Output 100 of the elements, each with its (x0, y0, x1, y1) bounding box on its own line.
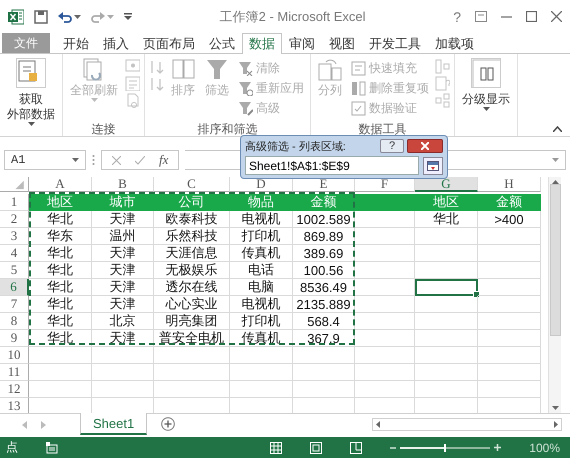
table-cell: 普安全电机 (154, 330, 230, 347)
row-header[interactable]: 3 (0, 228, 29, 245)
fill-handle[interactable] (473, 291, 480, 298)
table-cell: 8536.49 (293, 279, 355, 296)
maximize-icon[interactable] (526, 11, 537, 22)
ribbon-tab[interactable]: 数据 (242, 33, 282, 54)
empty-cell (29, 364, 92, 381)
empty-cell (230, 364, 293, 381)
table-cell: 367.9 (293, 330, 355, 347)
table-cell: 568.4 (293, 313, 355, 330)
grip-icon (92, 154, 95, 166)
ribbon-tab[interactable]: 开发工具 (362, 33, 428, 53)
spreadsheet-logo-icon[interactable] (8, 8, 24, 24)
collapse-ribbon-icon[interactable] (553, 126, 562, 132)
help-button[interactable]: ? (453, 8, 461, 24)
close-button[interactable] (407, 139, 443, 153)
table-cell: 华北 (29, 296, 92, 313)
ribbon-tab[interactable]: 页面布局 (136, 33, 202, 53)
outline-icon (471, 58, 501, 88)
empty-cell (355, 262, 415, 279)
page-layout-icon[interactable] (310, 442, 322, 454)
empty-cell (415, 262, 478, 279)
ribbon-button[interactable]: 分级显示 (459, 57, 513, 112)
empty-cell (478, 262, 541, 279)
ribbon-tab[interactable]: 加载项 (428, 33, 481, 53)
zoom-in-icon[interactable] (494, 444, 502, 451)
active-cell[interactable] (415, 279, 478, 296)
table-cell: 华北 (29, 245, 92, 262)
table-cell: 地区 (29, 194, 92, 211)
table-cell: 天津 (92, 296, 154, 313)
table-cell: 北京 (92, 313, 154, 330)
scroll-left-icon[interactable] (376, 421, 380, 428)
slider-thumb[interactable] (444, 444, 446, 452)
range-input[interactable]: Sheet1!$A$1:$E$9 (245, 156, 419, 175)
empty-cell (355, 245, 415, 262)
table-cell: 2135.889 (293, 296, 355, 313)
row-header[interactable]: 4 (0, 245, 29, 262)
table-cell: 心心实业 (154, 296, 230, 313)
insert-function-button[interactable]: fx (159, 152, 168, 168)
column-header[interactable]: C (154, 177, 230, 192)
group-label: 排序和筛选 (196, 122, 258, 136)
empty-cell (415, 364, 478, 381)
ribbon-tab[interactable]: 视图 (322, 33, 362, 53)
row-header[interactable]: 6 (0, 279, 29, 296)
empty-cell (478, 313, 541, 330)
remove-duplicates-icon (351, 80, 366, 96)
ribbon-tab[interactable]: 公式 (202, 33, 242, 53)
empty-cell (478, 381, 541, 398)
vertical-scrollbar[interactable] (548, 177, 561, 413)
empty-cell (355, 364, 415, 381)
row-header[interactable]: 9 (0, 330, 29, 347)
ribbon-tab[interactable]: 插入 (96, 33, 136, 53)
table-cell: 天津 (92, 330, 154, 347)
empty-cell (355, 347, 415, 364)
empty-cell (478, 330, 541, 347)
scroll-right-icon[interactable] (554, 421, 558, 428)
expand-dialog-button[interactable] (423, 156, 443, 174)
empty-cell (415, 347, 478, 364)
empty-cell (478, 296, 541, 313)
reapply-filter-icon (238, 80, 253, 96)
name-box[interactable]: A1 (4, 150, 86, 170)
add-sheet-icon[interactable] (161, 417, 176, 431)
customize-icon[interactable] (124, 13, 132, 20)
empty-cell (478, 279, 541, 296)
row-header[interactable]: 12 (0, 381, 29, 398)
table-cell: 电话 (230, 262, 293, 279)
row-header[interactable]: 10 (0, 347, 29, 364)
row-header[interactable]: 11 (0, 364, 29, 381)
ribbon-tab[interactable]: 开始 (56, 33, 96, 53)
column-header[interactable]: A (29, 177, 92, 192)
empty-cell (355, 330, 415, 347)
table-cell: 打印机 (230, 313, 293, 330)
zoom-level[interactable]: 100% (529, 440, 560, 454)
empty-cell (29, 381, 92, 398)
empty-cell (478, 347, 541, 364)
row-header[interactable]: 2 (0, 211, 29, 228)
sheet-tab[interactable]: Sheet1 (80, 413, 148, 435)
window-title: 工作簿2 - Microsoft Excel (218, 8, 367, 26)
close-icon[interactable] (551, 11, 562, 22)
column-header[interactable]: G (415, 177, 478, 192)
empty-cell (415, 381, 478, 398)
ribbon-button[interactable]: 获取 外部数据 (4, 57, 58, 127)
row-header[interactable]: 8 (0, 313, 29, 330)
save-icon[interactable] (34, 10, 48, 24)
caret-icon (552, 158, 559, 162)
column-header[interactable]: B (92, 177, 154, 192)
page-break-icon[interactable] (350, 442, 362, 454)
ribbon-tab[interactable]: 审阅 (282, 33, 322, 53)
empty-cell (355, 279, 415, 296)
macro-record-icon[interactable] (46, 442, 58, 454)
table-cell: 透尔在线 (154, 279, 230, 296)
help-button[interactable]: ? (380, 139, 404, 153)
table-cell: 乐然科技 (154, 228, 230, 245)
undo-icon[interactable] (58, 10, 72, 22)
column-header[interactable]: H (478, 177, 541, 192)
dialog-title: 高级筛选 - 列表区域: (245, 140, 347, 154)
scroll-down-icon[interactable] (552, 406, 558, 410)
normal-view-icon[interactable] (270, 442, 282, 454)
row-header[interactable]: 7 (0, 296, 29, 313)
horizontal-scrollbar[interactable] (372, 418, 562, 431)
